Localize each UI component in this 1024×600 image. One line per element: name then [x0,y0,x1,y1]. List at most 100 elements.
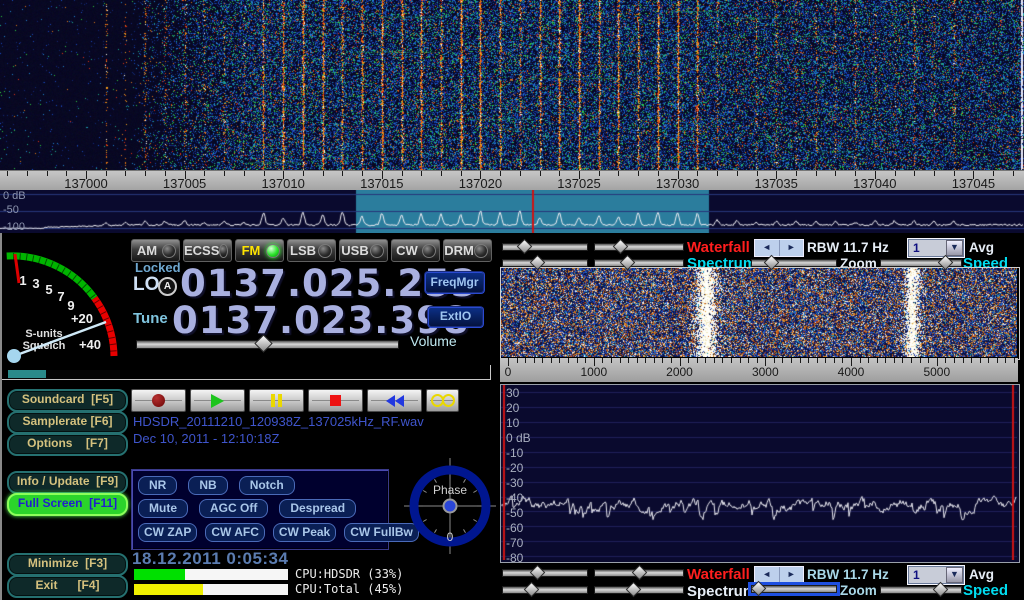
scale-tick [323,171,324,176]
record-button[interactable] [131,389,186,412]
waterfall-section-label[interactable]: Waterfall [687,566,750,583]
waterfall-contrast-slider-bottom[interactable] [594,566,684,579]
slider-thumb[interactable] [530,565,546,581]
waterfall-brightness-slider-bottom[interactable] [502,566,588,579]
dsp-button-notch[interactable]: Notch [239,476,295,495]
waterfall-brightness-slider-top[interactable] [502,240,588,253]
volume-label: Volume [410,333,457,349]
mode-button-fm[interactable]: FM [235,239,284,262]
audio-db-label: 0 dB [506,431,531,445]
rf-spectrum-display[interactable]: 0 dB -50 -100 [0,190,1024,233]
chevron-down-icon[interactable]: ▼ [946,240,963,256]
slider-thumb[interactable] [632,565,648,581]
slider-thumb[interactable] [254,334,272,352]
menu-button-minimize[interactable]: Minimize [F3] [7,553,128,576]
spectrum-brightness-slider-top[interactable] [502,256,588,269]
volume-slider[interactable] [136,336,399,351]
rf-db-label: -100 [3,221,25,233]
chevron-down-icon[interactable]: ▼ [946,567,963,583]
speed-slider-top[interactable] [880,256,962,269]
recording-start-time: Dec 10, 2011 - 12:10:18Z [133,431,279,446]
mode-button-cw[interactable]: CW [391,239,440,262]
mode-led-icon [370,244,384,258]
mode-button-drm[interactable]: DRM [443,239,492,262]
dsp-button-cw-zap[interactable]: CW ZAP [138,523,197,542]
avg-count-select[interactable]: 1 ▼ [907,565,965,585]
audio-db-label: -20 [506,461,523,475]
dsp-button-agc-off[interactable]: AGC Off [199,499,268,518]
menu-button-soundcard[interactable]: Soundcard [F5] [7,389,128,412]
avg-count-select[interactable]: 1 ▼ [907,238,965,258]
slider-thumb[interactable] [626,582,642,598]
slider-thumb[interactable] [764,255,780,271]
rewind-button[interactable] [367,389,422,412]
slider-thumb[interactable] [938,255,954,271]
slider-track [502,259,588,267]
smeter-tick-label: +20 [71,311,93,326]
audio-spectrum-display[interactable]: 3020100 dB-10-20-30-40-50-60-70-80 [500,384,1020,563]
dsp-button-cw-afc[interactable]: CW AFC [205,523,265,542]
squelch-level-bar[interactable] [8,370,120,379]
mode-button-usb[interactable]: USB [339,239,388,262]
mode-button-label: ECSS [184,243,219,258]
rf-spectrum-canvas[interactable] [0,190,1024,233]
slider-thumb[interactable] [620,255,636,271]
slider-thumb[interactable] [613,239,629,255]
rbw-increase-icon[interactable]: ► [780,240,804,256]
menu-button-samplerate[interactable]: Samplerate [F6] [7,411,128,434]
mode-button-lsb[interactable]: LSB [287,239,336,262]
lo-auto-lock-badge[interactable]: A [158,277,177,296]
rbw-spinner[interactable]: ◄ ► [754,239,804,257]
scale-tick [534,358,535,363]
slider-thumb[interactable] [517,239,533,255]
spectrum-brightness-slider-bottom[interactable] [502,583,588,596]
zoom-slider-top[interactable] [751,256,837,269]
menu-button-exit[interactable]: Exit [F4] [7,575,128,598]
scale-tick [671,358,672,363]
dsp-button-mute[interactable]: Mute [138,499,188,518]
dsp-button-nr[interactable]: NR [138,476,177,495]
mode-button-am[interactable]: AM [131,239,180,262]
audio-frequency-scale[interactable]: 010002000300040005000 [500,358,1018,382]
play-button[interactable] [190,389,245,412]
mode-button-ecss[interactable]: ECSS [183,239,232,262]
extio-button[interactable]: ExtIO [427,306,484,328]
waterfall-contrast-slider-top[interactable] [594,240,684,253]
waterfall-section-label[interactable]: Waterfall [687,239,750,256]
scale-tick [441,171,442,176]
spectrum-section-label[interactable]: Spectrum [687,583,756,600]
rf-frequency-scale[interactable]: 1370001370051370101370151370201370251370… [0,170,1024,191]
audio-waterfall-display[interactable] [500,267,1020,360]
freqmgr-button[interactable]: FreqMgr [424,271,485,294]
speed-slider-bottom[interactable] [880,583,962,596]
slider-thumb[interactable] [751,581,767,597]
scale-tick [791,358,792,363]
slider-thumb[interactable] [933,582,949,598]
spectrum-contrast-slider-top[interactable] [594,256,684,269]
menu-button-options[interactable]: Options [F7] [7,433,128,456]
loop-button[interactable] [426,389,459,412]
spectrum-contrast-slider-bottom[interactable] [594,583,684,596]
stop-button[interactable] [308,389,363,412]
audio-waterfall-canvas[interactable] [501,268,1017,357]
rbw-increase-icon[interactable]: ► [780,567,804,583]
phase-knob[interactable] [444,500,457,513]
dsp-button-nb[interactable]: NB [188,476,227,495]
rf-db-label: 0 dB [3,190,26,202]
slider-thumb[interactable] [524,582,540,598]
phase-dial[interactable]: Phase 0 [402,453,498,559]
rf-waterfall-display[interactable] [0,0,1024,170]
dsp-button-despread[interactable]: Despread [279,499,356,518]
scale-tick [342,171,343,176]
scale-tick [945,358,946,363]
menu-button-info-update[interactable]: Info / Update [F9] [7,471,128,494]
zoom-slider-bottom[interactable] [751,582,837,595]
rbw-decrease-icon[interactable]: ◄ [755,240,780,256]
audio-spectrum-canvas[interactable] [501,385,1017,560]
menu-button-full-screen[interactable]: Full Screen [F11] [7,493,128,516]
scale-tick [602,358,603,363]
slider-thumb[interactable] [530,255,546,271]
dsp-button-cw-peak[interactable]: CW Peak [273,523,336,542]
scale-tick [585,358,586,363]
pause-button[interactable] [249,389,304,412]
